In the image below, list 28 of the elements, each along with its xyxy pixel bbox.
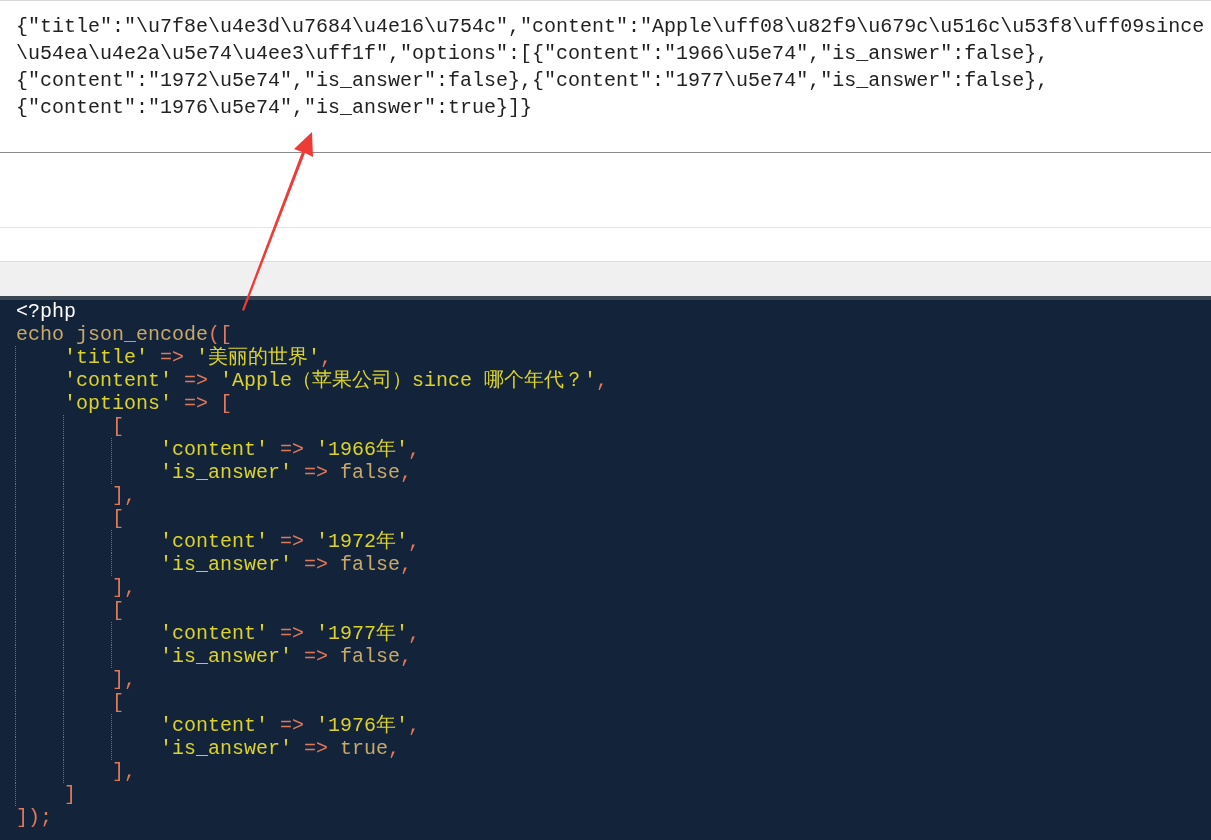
code-line: 'is_answer' => false, — [160, 645, 413, 668]
code-line: 'is_answer' => false, — [160, 553, 413, 576]
code-line: [ — [112, 599, 125, 622]
output-line: {"title":"\u7f8e\u4e3d\u7684\u4e16\u754c","content":"Apple\uff08\u82f9\u679c\u516c\u53f8\uff09since — [16, 14, 1205, 40]
code-line: ]); — [16, 806, 52, 829]
code-line: [ — [112, 691, 125, 714]
output-line: {"content":"1972\u5e74","is_answer":false},{"content":"1977\u5e74","is_answer":false}, — [16, 68, 1049, 94]
code-line: echo json_encode([ — [16, 323, 233, 346]
code-line: ], — [112, 668, 137, 691]
code-line: ] — [64, 783, 77, 806]
code-line: 'is_answer' => false, — [160, 461, 413, 484]
code-line: 'content' => 'Apple（苹果公司）since 哪个年代？', — [64, 369, 609, 392]
code-line: 'content' => '1966年', — [160, 438, 421, 461]
code-line: <?php — [16, 300, 76, 323]
code-line: [ — [112, 507, 125, 530]
splitter-bar[interactable] — [0, 262, 1211, 300]
code-line: 'content' => '1972年', — [160, 530, 421, 553]
output-line: {"content":"1976\u5e74","is_answer":true}]} — [16, 95, 533, 121]
code-line: ], — [112, 576, 137, 599]
output-line: \u54ea\u4e2a\u5e74\u4ee3\uff1f","options":[{"content":"1966\u5e74","is_answer":false}, — [16, 41, 1049, 67]
code-line: 'content' => '1976年', — [160, 714, 421, 737]
code-line: ], — [112, 760, 137, 783]
code-line: 'options' => [ — [64, 392, 233, 415]
code-line: [ — [112, 415, 125, 438]
code-line: 'is_answer' => true, — [160, 737, 401, 760]
code-line: ], — [112, 484, 137, 507]
code-line: 'content' => '1977年', — [160, 622, 421, 645]
code-line: 'title' => '美丽的世界', — [64, 346, 333, 369]
